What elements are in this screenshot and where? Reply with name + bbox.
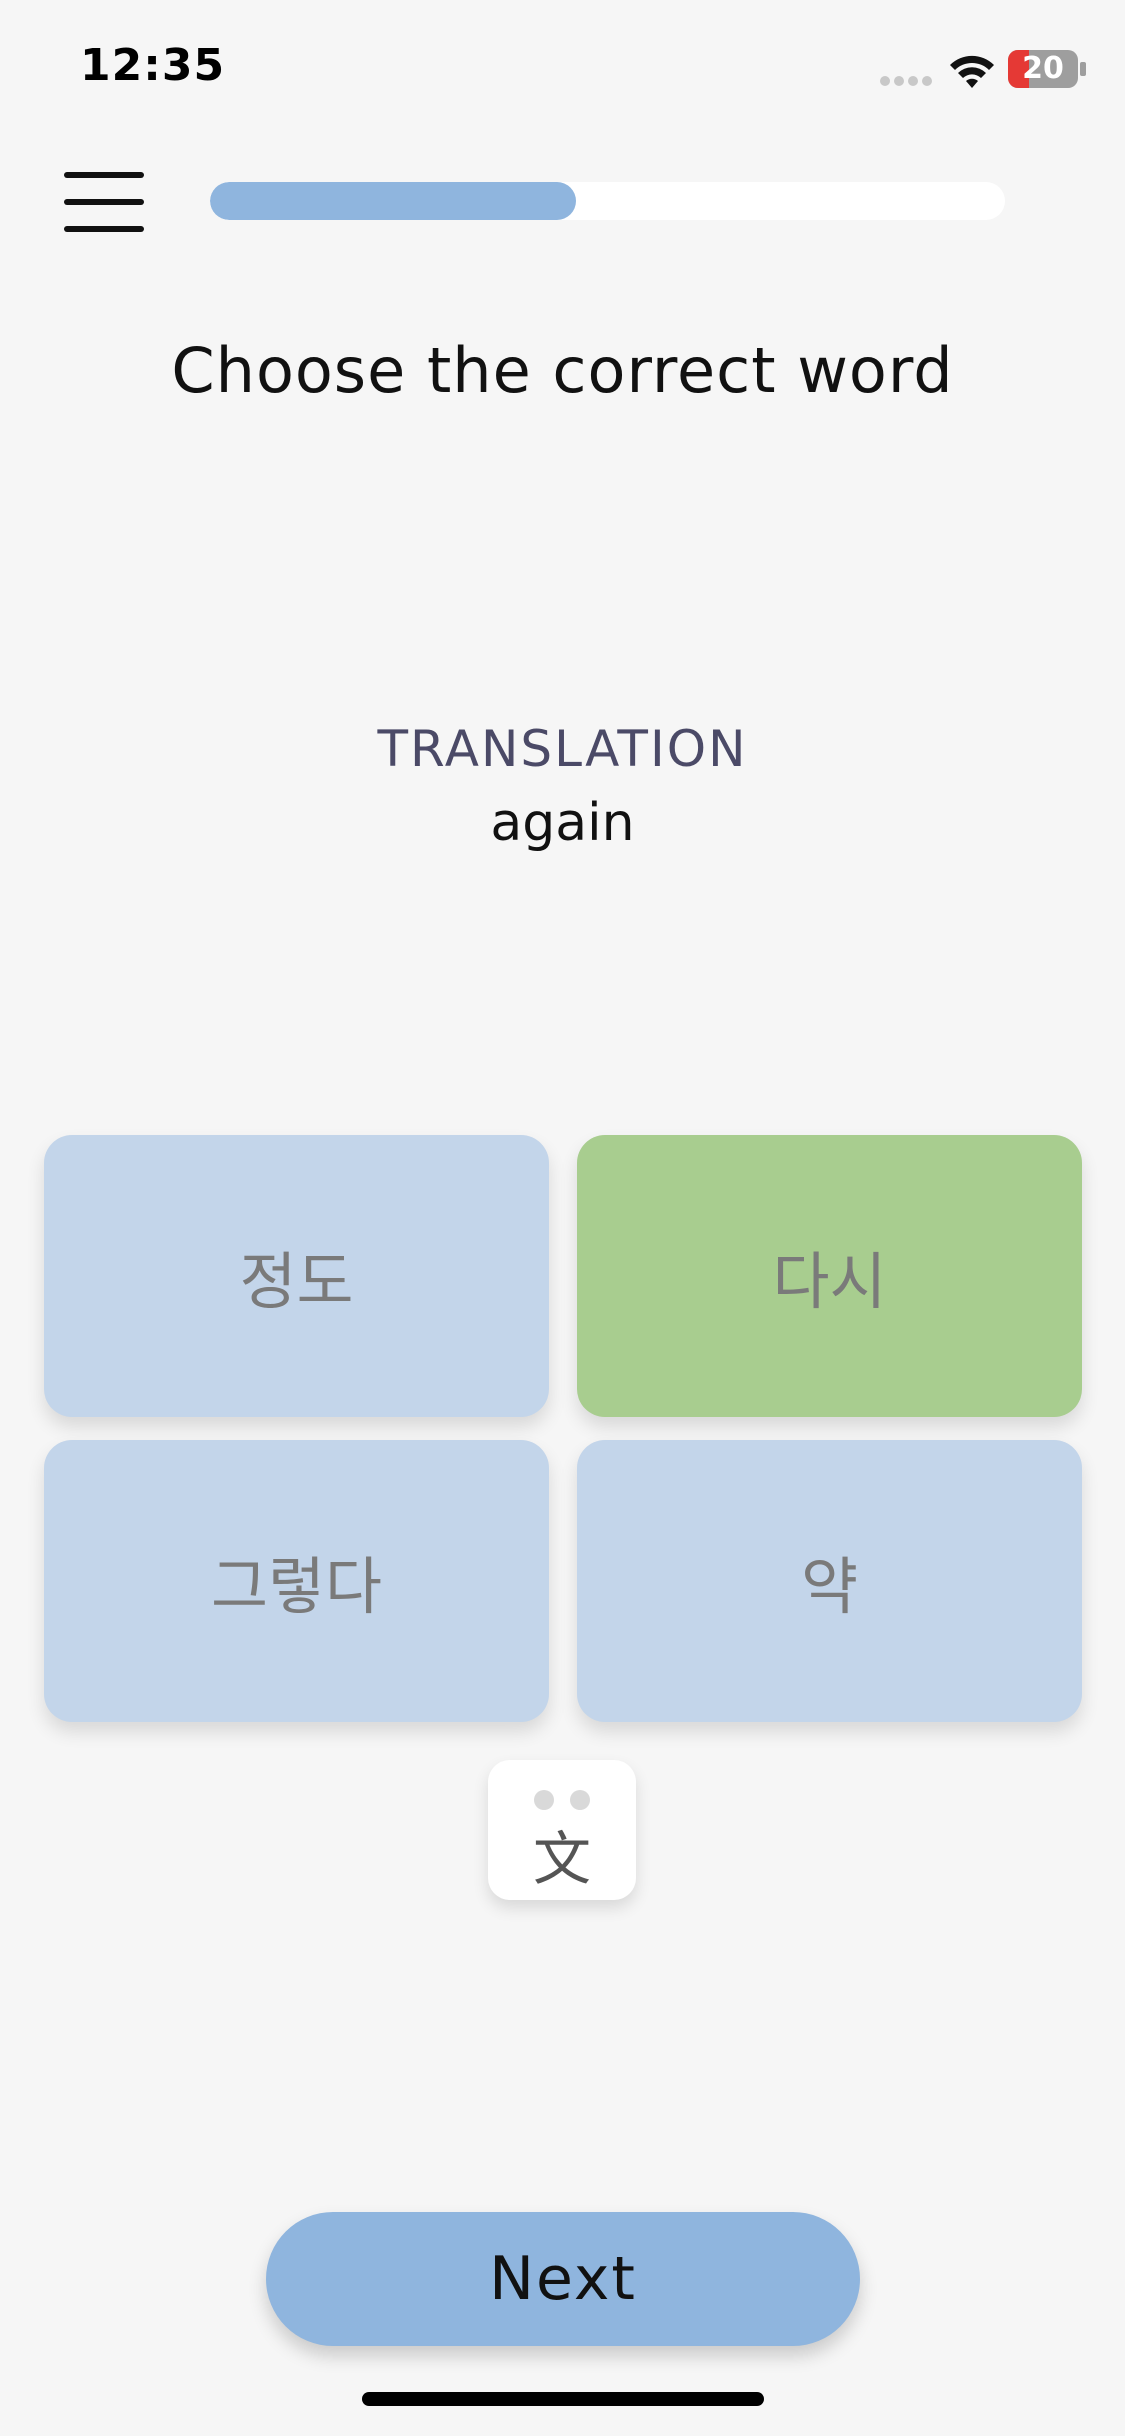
- lesson-progress-bar: [210, 182, 1005, 220]
- option-button-4[interactable]: 약: [577, 1440, 1082, 1722]
- hamburger-menu-icon[interactable]: [64, 172, 144, 232]
- option-button-2[interactable]: 다시: [577, 1135, 1082, 1417]
- battery-cap: [1080, 62, 1086, 76]
- signal-dots-icon: [880, 76, 934, 86]
- status-time: 12:35: [80, 40, 226, 91]
- option-button-1[interactable]: 정도: [44, 1135, 549, 1417]
- option-button-3[interactable]: 그렇다: [44, 1440, 549, 1722]
- translate-icon: 文: [532, 1825, 591, 1893]
- home-indicator: [362, 2392, 764, 2406]
- translate-toggle-button[interactable]: 文: [488, 1760, 636, 1900]
- indicator-dot: [570, 1790, 590, 1810]
- page-title: Choose the correct word: [171, 334, 954, 407]
- lesson-progress-fill: [210, 182, 576, 220]
- battery-icon: 20: [1008, 50, 1078, 88]
- battery-level-text: 20: [1022, 51, 1064, 86]
- next-button[interactable]: Next: [266, 2212, 860, 2346]
- translation-label: TRANSLATION: [377, 720, 748, 778]
- wifi-icon: [950, 55, 994, 88]
- translation-word: again: [490, 793, 635, 853]
- indicator-dot: [534, 1790, 554, 1810]
